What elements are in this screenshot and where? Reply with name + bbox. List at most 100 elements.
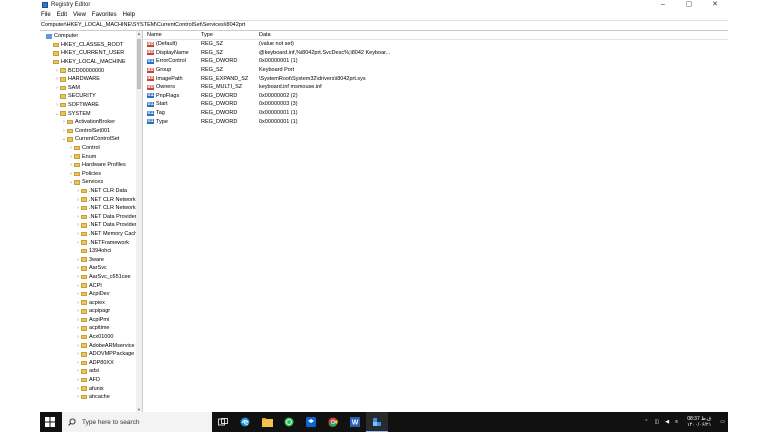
tree-node[interactable]: › .NET Data Provider f <box>40 212 142 221</box>
tree-node-label: HKEY_LOCAL_MACHINE <box>61 59 126 66</box>
whatsapp-icon[interactable] <box>278 412 300 432</box>
value-row[interactable]: ab (Default) REG_SZ (value not set) <box>143 40 728 49</box>
value-row[interactable]: 01 PnpFlags REG_DWORD 0x00000002 (2) <box>143 92 728 101</box>
tree-node[interactable]: HKEY_CLASSES_ROOT <box>40 41 142 50</box>
value-type: REG_MULTI_SZ <box>201 84 243 91</box>
maximize-button[interactable]: ▢ <box>676 0 702 10</box>
value-row[interactable]: ab Group REG_SZ Keyboard Port <box>143 66 728 75</box>
values-pane[interactable]: Name Type Data ab (Default) REG_SZ (value n… <box>143 31 728 412</box>
tree-node[interactable]: › acpipagr <box>40 307 142 316</box>
folder-icon <box>60 111 66 116</box>
tree-node[interactable]: › AFD <box>40 376 142 385</box>
notifications-icon[interactable]: ▭ <box>720 419 725 425</box>
tree-node[interactable]: › Acx01000 <box>40 333 142 342</box>
key-tree-pane[interactable]: Computer HKEY_CLASSES_ROOT HKEY_CURRENT_US… <box>40 31 143 412</box>
tree-scrollbar[interactable]: ▲ ▼ <box>136 31 142 412</box>
show-hidden-icons-icon[interactable]: ⌃ <box>644 419 648 425</box>
tree-node[interactable]: ⌄ Services <box>40 178 142 187</box>
tree-node[interactable]: › AcpiPmi <box>40 316 142 325</box>
tree-node[interactable]: › AarSvc <box>40 264 142 273</box>
menu-file[interactable]: File <box>41 12 51 18</box>
tree-node-label: HKEY_CLASSES_ROOT <box>61 41 124 48</box>
tree-node[interactable]: › .NET CLR Networkin <box>40 204 142 213</box>
input-language-icon[interactable]: ≡ <box>675 419 678 425</box>
tree-node[interactable]: › 3ware <box>40 255 142 264</box>
tree-node[interactable]: › AarSvc_c651cee <box>40 273 142 282</box>
close-button[interactable]: ✕ <box>702 0 728 10</box>
folder-icon <box>60 77 66 82</box>
edge-icon[interactable] <box>234 412 256 432</box>
tree-node[interactable]: › ACPI <box>40 281 142 290</box>
network-icon[interactable]: ◫ <box>654 419 659 425</box>
tree-node[interactable]: HKEY_LOCAL_MACHINE <box>40 58 142 67</box>
tree-node[interactable]: › acpiex <box>40 298 142 307</box>
file-explorer-icon[interactable] <box>256 412 278 432</box>
menu-view[interactable]: View <box>73 12 86 18</box>
tree-node[interactable]: › .NET CLR Networkin <box>40 195 142 204</box>
menu-help[interactable]: Help <box>123 12 135 18</box>
value-row[interactable]: ab Owners REG_MULTI_SZ keyboard.inf msmouse… <box>143 83 728 92</box>
chrome-icon[interactable] <box>322 412 344 432</box>
tree-node-label: HKEY_CURRENT_USER <box>61 50 125 57</box>
tree-node[interactable]: › SAM <box>40 84 142 93</box>
word-icon[interactable]: W <box>344 412 366 432</box>
tree-node[interactable]: HKEY_CURRENT_USER <box>40 49 142 58</box>
column-name[interactable]: Name <box>143 32 201 38</box>
value-row[interactable]: 01 Type REG_DWORD 0x00000001 (1) <box>143 117 728 126</box>
column-data[interactable]: Data <box>259 32 439 38</box>
tree-node[interactable]: › BCD00000000 <box>40 66 142 75</box>
tree-node[interactable]: 1394ohci <box>40 247 142 256</box>
tree-node[interactable]: › ADOVMPPackage <box>40 350 142 359</box>
tree-node[interactable]: › AdobeARMservice <box>40 341 142 350</box>
task-view-icon[interactable] <box>212 412 234 432</box>
value-rows: ab (Default) REG_SZ (value not set) ab Displa… <box>143 40 728 126</box>
tree-node[interactable]: › AcpiDev <box>40 290 142 299</box>
tree-node[interactable]: › Policies <box>40 170 142 179</box>
start-button[interactable] <box>40 412 60 432</box>
tree-node[interactable]: SECURITY <box>40 92 142 101</box>
column-type[interactable]: Type <box>201 32 259 38</box>
volume-icon[interactable]: ◀ <box>665 419 669 425</box>
value-name: Start <box>156 101 168 108</box>
value-name-cell: ab Group <box>143 67 201 73</box>
tree-node[interactable]: › ADP80XX <box>40 359 142 368</box>
folder-icon <box>81 205 87 211</box>
tree-node[interactable]: › adsi <box>40 367 142 376</box>
value-name-cell: 01 Type <box>143 119 201 125</box>
value-data: \SystemRoot\System32\drivers\i8042prt.sy… <box>259 75 366 82</box>
tree-node-label: ADOVMPPackage <box>89 351 135 358</box>
taskbar-search-box[interactable]: Type here to search <box>62 412 212 432</box>
value-row[interactable]: ab DisplayName REG_SZ @keyboard.inf,%i8042p… <box>143 49 728 58</box>
tree-node[interactable]: Computer <box>40 32 142 41</box>
menu-favorites[interactable]: Favorites <box>92 12 117 18</box>
tree-node[interactable]: ⌄ SYSTEM <box>40 109 142 118</box>
minimize-button[interactable]: – <box>650 0 676 10</box>
regedit-icon[interactable] <box>366 412 388 432</box>
value-row[interactable]: 01 Start REG_DWORD 0x00000003 (3) <box>143 100 728 109</box>
tree-node[interactable]: › HARDWARE <box>40 75 142 84</box>
scrollbar-thumb[interactable] <box>137 39 141 89</box>
dropbox-icon[interactable] <box>300 412 322 432</box>
tree-node[interactable]: › .NET Data Provider f <box>40 221 142 230</box>
value-row[interactable]: 01 ErrorControl REG_DWORD 0x00000001 (1) <box>143 57 728 66</box>
value-type: REG_SZ <box>201 41 224 48</box>
menu-edit[interactable]: Edit <box>57 12 67 18</box>
address-bar[interactable]: Computer\HKEY_LOCAL_MACHINE\SYSTEM\Curre… <box>40 20 728 31</box>
tree-node[interactable]: › .NET Memory Cache <box>40 230 142 239</box>
tree-node[interactable]: › acpitime <box>40 324 142 333</box>
tree-node[interactable]: › .NETFramework <box>40 238 142 247</box>
tree-node[interactable]: › Enum <box>40 152 142 161</box>
tree-node[interactable]: › ahcache <box>40 393 142 402</box>
tree-node[interactable]: › afunix <box>40 384 142 393</box>
tree-node[interactable]: ⌄ CurrentControlSet <box>40 135 142 144</box>
tree-node[interactable]: › ControlSet001 <box>40 127 142 136</box>
tree-node[interactable]: › SOFTWARE <box>40 101 142 110</box>
clock[interactable]: 08:37 ق.ظ ۱۴۰۰/۰۶/۲۱ <box>687 416 711 428</box>
tree-node[interactable]: › ActivationBroker <box>40 118 142 127</box>
scroll-up-arrow-icon[interactable]: ▲ <box>136 31 142 36</box>
tree-node[interactable]: › Hardware Profiles <box>40 161 142 170</box>
tree-node[interactable]: › Control <box>40 144 142 153</box>
value-row[interactable]: 01 Tag REG_DWORD 0x00000001 (1) <box>143 109 728 118</box>
tree-node[interactable]: › .NET CLR Data <box>40 187 142 196</box>
value-row[interactable]: ab ImagePath REG_EXPAND_SZ \SystemRoot\Syst… <box>143 74 728 83</box>
